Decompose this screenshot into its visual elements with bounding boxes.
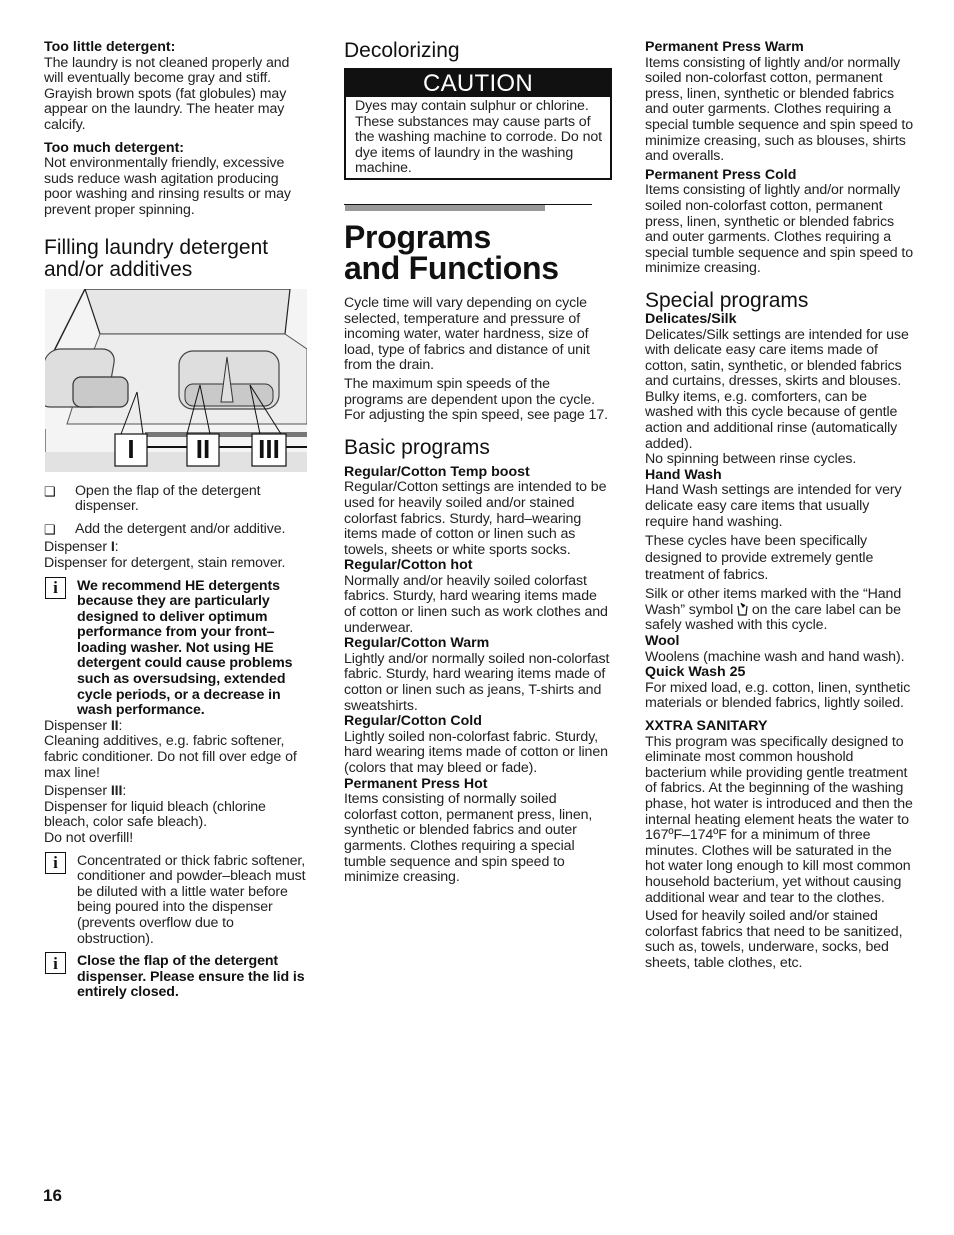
program-name: Regular/Cotton Cold [344,713,482,730]
dispenser-label: Dispenser [44,717,111,734]
too-much-title: Too much detergent: [44,139,185,156]
program-text: Woolens (machine wash and hand wash). [645,648,905,665]
basic-programs-heading: Basic programs [344,435,490,459]
caution-text: Dyes may contain sulphur or chlorine. Th… [355,98,602,177]
program-name: Regular/Cotton Warm [344,635,490,652]
column-left: Too little detergent: The laundry is not… [37,39,309,1001]
program-name: Regular/Cotton Temp boost [344,463,530,480]
program-text: Lightly and/or normally soiled non-color… [344,650,610,714]
program-text: These cycles have been specifically desi… [645,533,874,584]
dispenser-number: II [110,717,119,734]
caution-title: CAUTION [346,70,610,97]
step-open-flap: ❑ Open the flap of the detergent dispens… [44,482,309,515]
dispenser-3-text: Dispenser for liquid bleach (chlorine bl… [44,798,266,831]
program-name: Wool [645,633,680,649]
dispenser-number: I [110,539,115,556]
dispenser-2-text: Cleaning additives, e.g. fabric softener… [44,733,297,781]
too-little-title: Too little detergent: [44,39,176,55]
checkbox-icon: ❑ [44,521,56,537]
program-name: Regular/Cotton hot [344,557,473,574]
program-text: Lightly soiled non-colorfast fabric. Stu… [344,728,608,776]
intro-spin-speed: The maximum spin speeds of the programs … [344,375,608,424]
program-name: Delicates/Silk [645,310,737,327]
dispenser-1-label: Dispenser I: [44,539,119,556]
note-text: Close the flap of the detergent dispense… [77,953,305,1001]
dispenser-label: Dispenser [44,539,111,556]
checkbox-icon: ❑ [44,483,56,499]
basic-programs-list: Regular/Cotton Temp boost Regular/Cotton … [344,463,612,886]
program-text: Bulky items, e.g. comforters, can be was… [645,388,898,452]
info-icon: i [45,851,66,874]
dispenser-3-warning: Do not overfill! [44,830,134,846]
dispenser-illustration: I II III [37,287,308,472]
caution-box: CAUTION Dyes may contain sulphur or chlo… [344,68,612,180]
program-name: Quick Wash 25 [645,664,746,681]
too-little-text: The laundry is not cleaned properly and … [44,54,290,133]
program-text: Items consisting of normally soiled colo… [344,791,593,886]
intro-cycle-time: Cycle time will vary depending on cycle … [344,294,590,374]
note-text: We recommend HE detergents because they … [77,577,293,719]
column-middle: Decolorizing CAUTION Dyes may contain su… [344,40,612,886]
program-text: Silk or other items marked with the “Han… [645,587,913,634]
program-text: Used for heavily soiled and/or stained c… [645,908,903,971]
program-name: Hand Wash [645,466,722,483]
dispenser-number: III [110,783,123,800]
program-name: XXTRA SANITARY [645,717,768,734]
label-II: II [195,434,211,465]
section-title-line2: and Functions [344,249,559,286]
program-text: Items consisting of lightly and/or norma… [645,182,914,277]
label-III: III [258,434,280,465]
dispenser-1-text: Dispenser for detergent, stain remover. [44,554,286,571]
note-he-detergent: i We recommend HE detergents because the… [44,576,309,719]
special-programs-heading: Special programs [645,288,809,312]
decolorizing-heading: Decolorizing [344,39,460,62]
program-text: Delicates/Silk settings are intended for… [645,326,909,390]
program-text: This program was specifically designed t… [645,733,913,906]
step-text: Add the detergent and/or additive. [75,520,286,537]
note-dilute: i Concentrated or thick fabric softener,… [44,851,309,948]
program-name: Permanent Press Warm [645,39,804,55]
note-close-flap: i Close the flap of the detergent dispen… [44,952,309,1001]
dispenser-label: Dispenser [44,783,111,800]
page-number: 16 [43,1186,62,1205]
info-icon: i [45,576,66,599]
program-text: Normally and/or heavily soiled colorfast… [344,572,608,636]
step-text: Open the flap of the detergent dispenser… [75,482,261,515]
step-add-detergent: ❑ Add the detergent and/or additive. [44,520,309,538]
program-text: For mixed load, e.g. cotton, linen, synt… [645,679,911,712]
too-much-text: Not environmentally friendly, excessive … [44,155,291,218]
program-text: Regular/Cotton settings are intended to … [344,479,607,558]
program-text: Hand Wash settings are intended for very… [645,482,902,530]
filling-heading: Filling laundry detergent and/or additiv… [44,235,269,281]
program-text: No spinning between rinse cycles. [645,451,857,468]
hand-wash-symbol-icon [737,602,748,616]
label-I: I [127,434,135,465]
program-name: Permanent Press Cold [645,166,797,183]
section-divider [344,203,612,216]
column-right: Permanent Press Warm Items consisting of… [645,39,914,971]
dispenser-3-label: Dispenser III: [44,783,127,800]
program-name: Permanent Press Hot [344,775,488,792]
dispenser-2-label: Dispenser II: [44,717,123,734]
note-text: Concentrated or thick fabric softener, c… [77,852,306,947]
info-icon: i [45,952,66,975]
program-text: Items consisting of lightly and/or norma… [645,54,914,165]
section-title: Programs and Functions [344,221,612,286]
